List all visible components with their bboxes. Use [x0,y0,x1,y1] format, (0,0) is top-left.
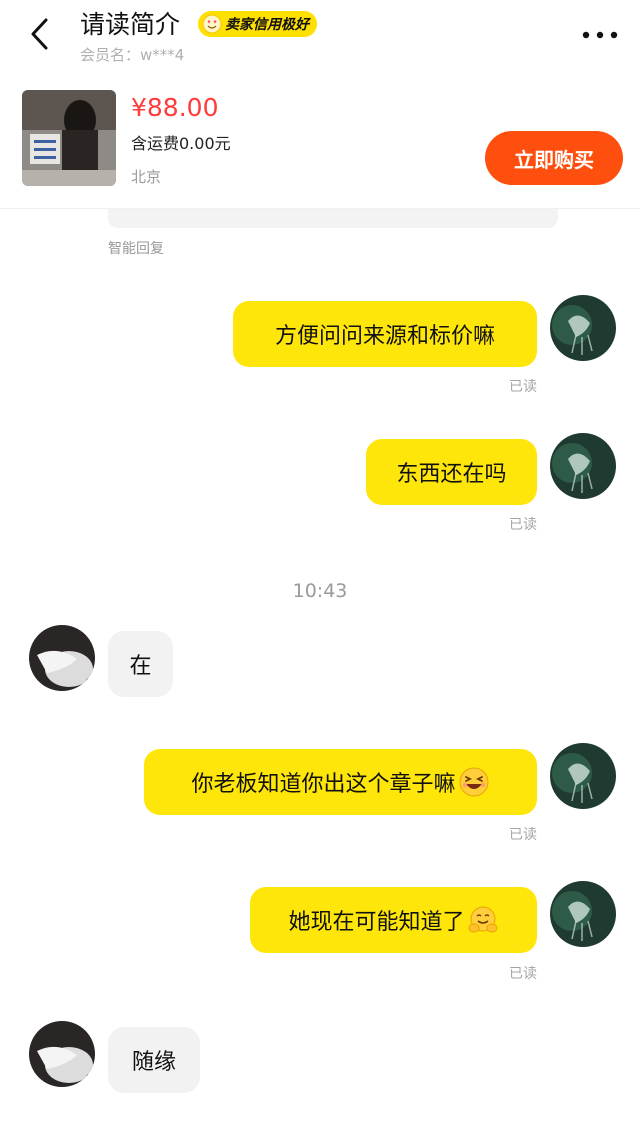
my-avatar[interactable] [550,743,616,809]
chat-header: 请读简介 卖家信用极好 会员名：w***4 [0,0,640,78]
member-name: 会员名：w***4 [80,46,185,64]
read-status: 已读 [509,517,537,533]
buy-now-button[interactable]: 立即购买 [485,131,623,185]
product-price: ¥88.00 [131,93,219,122]
my-avatar[interactable] [550,295,616,361]
message-timestamp: 10:43 [292,580,348,602]
incoming-message-bubble[interactable]: 在 [108,631,173,697]
seller-avatar[interactable] [29,1021,95,1087]
incoming-message-bubble[interactable]: 随缘 [108,1027,200,1093]
message-text: 你老板知道你出这个章子嘛 [191,772,456,797]
read-status: 已读 [509,827,537,843]
outgoing-message-bubble[interactable]: 你老板知道你出这个章子嘛 [144,749,537,815]
jellyfish-avatar-icon [550,743,616,809]
my-avatar[interactable] [550,881,616,947]
seller-avatar-icon [29,625,95,691]
seller-avatar-icon [29,1021,95,1087]
grinning-squint-emoji-icon [459,767,488,797]
seller-credit-badge[interactable]: 卖家信用极好 [198,11,317,37]
outgoing-message-bubble[interactable]: 方便问问来源和标价嘛 [233,301,537,367]
product-location: 北京 [131,168,162,186]
jellyfish-avatar-icon [550,433,616,499]
jellyfish-avatar-icon [550,295,616,361]
more-button[interactable] [580,25,620,45]
chevron-left-icon [31,18,48,50]
heart-eyes-face-icon [202,14,222,34]
smart-reply-label: 智能回复 [108,241,164,257]
read-status: 已读 [509,966,537,982]
seller-avatar[interactable] [29,625,95,691]
shipping-info: 含运费0.00元 [131,134,231,153]
product-thumbnail[interactable] [22,90,116,186]
my-avatar[interactable] [550,433,616,499]
hugging-face-emoji-icon [468,906,497,933]
outgoing-message-bubble[interactable]: 东西还在吗 [366,439,537,505]
read-status: 已读 [509,379,537,395]
product-photo-icon [22,90,116,186]
product-card[interactable]: ¥88.00 含运费0.00元 北京 立即购买 [0,78,640,209]
page-title: 请读简介 [80,10,181,39]
more-dots-icon [582,31,618,39]
outgoing-message-bubble[interactable]: 她现在可能知道了 [250,887,537,953]
badge-label: 卖家信用极好 [225,17,309,33]
message-text: 她现在可能知道了 [288,910,465,935]
jellyfish-avatar-icon [550,881,616,947]
back-button[interactable] [24,14,60,54]
